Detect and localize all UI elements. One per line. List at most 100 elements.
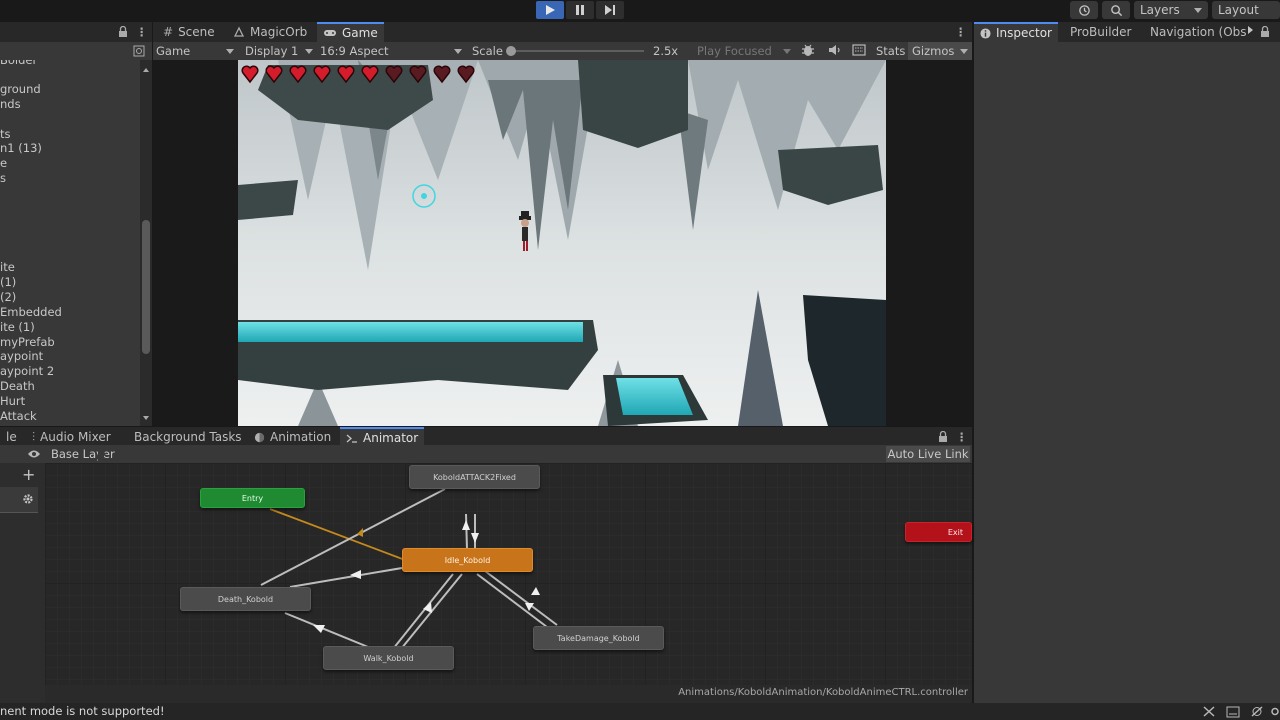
eye-icon[interactable]	[27, 449, 41, 459]
tab-background-tasks[interactable]: Background Tasks	[128, 427, 248, 447]
animator-toolbar: Base Layer Auto Live Link	[0, 445, 972, 463]
tab-probuilder-label: ProBuilder	[1070, 25, 1132, 39]
hierarchy-item[interactable]: Hurt	[0, 394, 25, 409]
scale-slider[interactable]	[506, 46, 644, 56]
gamepad-icon	[324, 30, 336, 36]
kebab-menu-icon[interactable]: ⋮	[136, 25, 148, 39]
controller-path: Animations/KoboldAnimation/KoboldAnimeCT…	[678, 687, 968, 698]
hierarchy-item[interactable]: e	[0, 156, 7, 171]
state-node-walk[interactable]: Walk_Kobold	[323, 646, 454, 670]
hierarchy-item[interactable]: n1 (13)	[0, 141, 42, 156]
scroll-down-icon[interactable]	[143, 416, 149, 420]
layers-dropdown[interactable]: Layers	[1134, 1, 1208, 19]
tab-navigation[interactable]: Navigation (Obs	[1139, 22, 1249, 42]
state-node-attack[interactable]: KoboldATTACK2Fixed	[409, 465, 540, 489]
settings-icon[interactable]	[1270, 705, 1280, 718]
network-icon[interactable]	[1202, 705, 1216, 718]
stats-button[interactable]: Stats	[876, 42, 905, 60]
tab-audio-mixer-label: Audio Mixer	[40, 430, 111, 444]
gizmos-button[interactable]: Gizmos	[908, 42, 972, 60]
hierarchy-item[interactable]: Embedded	[0, 305, 62, 320]
tab-audio-mixer[interactable]: ⫶ Audio Mixer	[26, 427, 117, 447]
collab-icon[interactable]	[1226, 706, 1240, 718]
play-focused-dropdown[interactable]: Play Focused	[697, 42, 793, 60]
animator-icon	[346, 434, 357, 443]
prefab-icon	[233, 26, 245, 37]
add-layer-icon[interactable]: +	[22, 465, 35, 484]
hierarchy-item[interactable]: ts	[0, 127, 11, 142]
hierarchy-item[interactable]: aypoint	[0, 349, 43, 364]
tab-inspector[interactable]: Inspector	[974, 22, 1058, 42]
hierarchy-item[interactable]: s	[0, 171, 6, 186]
status-message[interactable]: nent mode is not supported!	[0, 704, 165, 718]
grid-icon: #	[163, 25, 174, 39]
kebab-menu-icon[interactable]: ⋮	[956, 430, 968, 444]
keyboard-icon[interactable]	[852, 44, 866, 56]
animator-graph[interactable]	[45, 463, 972, 685]
tab-probuilder[interactable]: ProBuilder	[1064, 22, 1137, 42]
search-scene-icon[interactable]	[133, 45, 145, 57]
tab-background-tasks-label: Background Tasks	[134, 430, 242, 444]
scroll-thumb[interactable]	[142, 220, 150, 354]
state-node-exit[interactable]: Exit	[905, 522, 972, 542]
chevron-right-icon[interactable]	[1248, 26, 1253, 34]
scale-label: Scale	[472, 44, 503, 58]
tab-animation[interactable]: Animation	[248, 427, 337, 447]
bug-icon[interactable]	[801, 43, 815, 57]
mixer-icon: ⫶	[32, 429, 36, 444]
search-button[interactable]	[1102, 1, 1130, 19]
tab-game-label: Game	[342, 26, 378, 40]
tab-scene[interactable]: # Scene	[157, 22, 221, 42]
hierarchy-item[interactable]: ground	[0, 82, 41, 97]
lock-icon[interactable]	[1260, 26, 1270, 38]
state-node-entry[interactable]: Entry	[200, 488, 305, 508]
auto-live-link-toggle[interactable]: Auto Live Link	[886, 446, 970, 462]
kebab-menu-icon[interactable]: ⋮	[955, 25, 967, 39]
audio-mute-icon[interactable]	[827, 43, 841, 57]
state-node-takedamage[interactable]: TakeDamage_Kobold	[533, 626, 664, 650]
gear-icon[interactable]	[22, 493, 34, 505]
animator-footer: Animations/KoboldAnimation/KoboldAnimeCT…	[45, 685, 972, 703]
gizmos-label: Gizmos	[912, 44, 955, 58]
tab-animator[interactable]: Animator	[340, 427, 425, 447]
scroll-up-icon[interactable]	[143, 68, 149, 72]
hierarchy-list: Bolder ground nds ts n1 (13) e s ite (1)…	[0, 60, 140, 426]
tab-partial[interactable]: le	[0, 427, 23, 447]
aspect-dropdown[interactable]: 16:9 Aspect	[320, 42, 465, 60]
inspector-panel: Inspector ProBuilder Navigation (Obs	[974, 22, 1280, 703]
hierarchy-item[interactable]: Bolder	[0, 60, 37, 68]
aspect-label: 16:9 Aspect	[320, 44, 389, 58]
hierarchy-item[interactable]: ite (1)	[0, 320, 35, 335]
tab-magicorb[interactable]: MagicOrb	[227, 22, 313, 42]
view-dropdown[interactable]: Game	[156, 42, 236, 60]
hierarchy-item[interactable]: nds	[0, 97, 21, 112]
status-bar: nent mode is not supported!	[0, 703, 1280, 720]
scale-slider-thumb[interactable]	[506, 46, 516, 56]
hierarchy-item[interactable]: aypoint 2	[0, 364, 54, 379]
hierarchy-tabbar: ⋮	[0, 22, 152, 42]
history-button[interactable]	[1070, 1, 1098, 19]
hierarchy-item[interactable]: ite	[0, 260, 15, 275]
bug-report-icon[interactable]	[1250, 705, 1264, 718]
state-node-idle[interactable]: Idle_Kobold	[402, 548, 533, 572]
state-node-death[interactable]: Death_Kobold	[180, 587, 311, 611]
hierarchy-item[interactable]: (1)	[0, 275, 16, 290]
game-view[interactable]	[238, 60, 886, 426]
hierarchy-item[interactable]: (2)	[0, 290, 16, 305]
hierarchy-item[interactable]: myPrefab	[0, 335, 55, 350]
layer-row[interactable]	[0, 487, 38, 513]
step-button[interactable]	[596, 1, 624, 19]
tab-game[interactable]: Game	[317, 22, 384, 42]
main-toolbar: Layers Layout	[0, 0, 1280, 22]
play-button[interactable]	[536, 1, 564, 19]
hierarchy-scrollbar[interactable]	[140, 60, 152, 426]
display-dropdown[interactable]: Display 1	[245, 42, 315, 60]
hierarchy-item[interactable]: Attack	[0, 409, 37, 424]
graph-grid	[45, 463, 972, 685]
pause-button[interactable]	[566, 1, 594, 19]
hierarchy-item[interactable]: Death	[0, 379, 35, 394]
layout-dropdown[interactable]: Layout	[1212, 1, 1280, 19]
lock-icon[interactable]	[938, 431, 948, 443]
lock-icon[interactable]	[118, 26, 128, 38]
layout-label: Layout	[1218, 3, 1259, 17]
